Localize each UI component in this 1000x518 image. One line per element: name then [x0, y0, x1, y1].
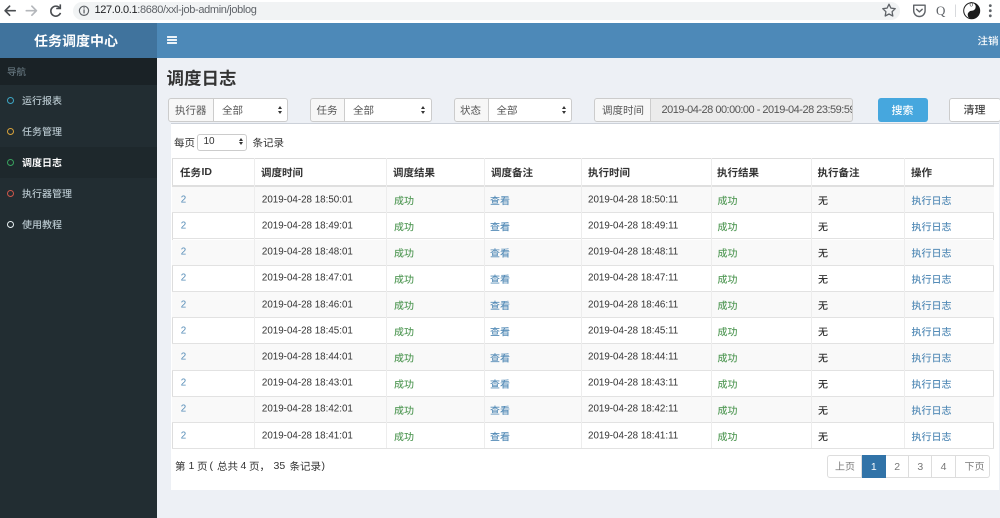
svg-text:0: 0 [970, 2, 974, 9]
